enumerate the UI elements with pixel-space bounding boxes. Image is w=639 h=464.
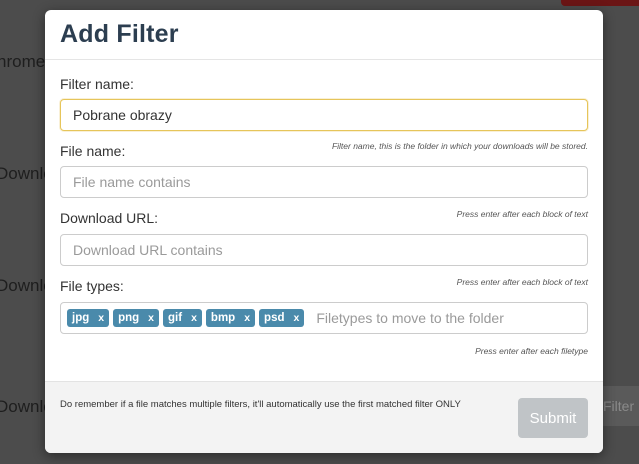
file-types-tag-input[interactable]: jpg x png x gif x bmp x psd x bbox=[60, 302, 588, 334]
submit-button[interactable]: Submit bbox=[518, 398, 588, 438]
file-types-input[interactable] bbox=[316, 310, 517, 326]
remove-tag-icon[interactable]: x bbox=[294, 312, 300, 324]
add-filter-modal: Add Filter Filter name: File name: Filte… bbox=[45, 10, 603, 453]
tag-label: jpg bbox=[72, 312, 90, 324]
file-name-input[interactable] bbox=[60, 166, 588, 198]
modal-body: Filter name: File name: Filter name, thi… bbox=[45, 60, 603, 381]
file-type-tag: bmp x bbox=[205, 309, 256, 327]
footer-note: Do remember if a file matches multiple f… bbox=[60, 399, 461, 410]
file-types-hint: Press enter after each block of text bbox=[456, 277, 588, 287]
file-type-tag: gif x bbox=[163, 309, 202, 327]
modal-footer: Do remember if a file matches multiple f… bbox=[45, 381, 603, 453]
file-type-tag: png x bbox=[113, 309, 160, 327]
remove-tag-icon[interactable]: x bbox=[191, 312, 197, 324]
download-url-hint: Press enter after each block of text bbox=[456, 209, 588, 219]
modal-header: Add Filter bbox=[45, 10, 603, 60]
tag-label: gif bbox=[168, 312, 183, 324]
tag-label: png bbox=[118, 312, 140, 324]
download-url-label: Download URL: bbox=[60, 210, 159, 226]
tag-label: psd bbox=[264, 312, 285, 324]
file-name-label: File name: bbox=[60, 143, 126, 159]
remove-tag-icon[interactable]: x bbox=[244, 312, 250, 324]
background-filter-button: Filter bbox=[601, 386, 639, 426]
file-types-label: File types: bbox=[60, 278, 124, 294]
modal-title: Add Filter bbox=[60, 20, 179, 48]
file-types-footer-hint: Press enter after each filetype bbox=[475, 346, 588, 356]
background-top-button bbox=[561, 0, 639, 6]
filter-name-input[interactable] bbox=[60, 99, 588, 131]
file-type-tag: psd x bbox=[259, 309, 305, 327]
remove-tag-icon[interactable]: x bbox=[98, 312, 104, 324]
filter-name-label: Filter name: bbox=[60, 76, 134, 92]
file-name-hint: Filter name, this is the folder in which… bbox=[331, 141, 588, 151]
tag-label: bmp bbox=[210, 312, 236, 324]
download-url-input[interactable] bbox=[60, 234, 588, 266]
background-text: hrome bbox=[0, 52, 46, 71]
file-type-tag: jpg x bbox=[67, 309, 110, 327]
remove-tag-icon[interactable]: x bbox=[148, 312, 154, 324]
